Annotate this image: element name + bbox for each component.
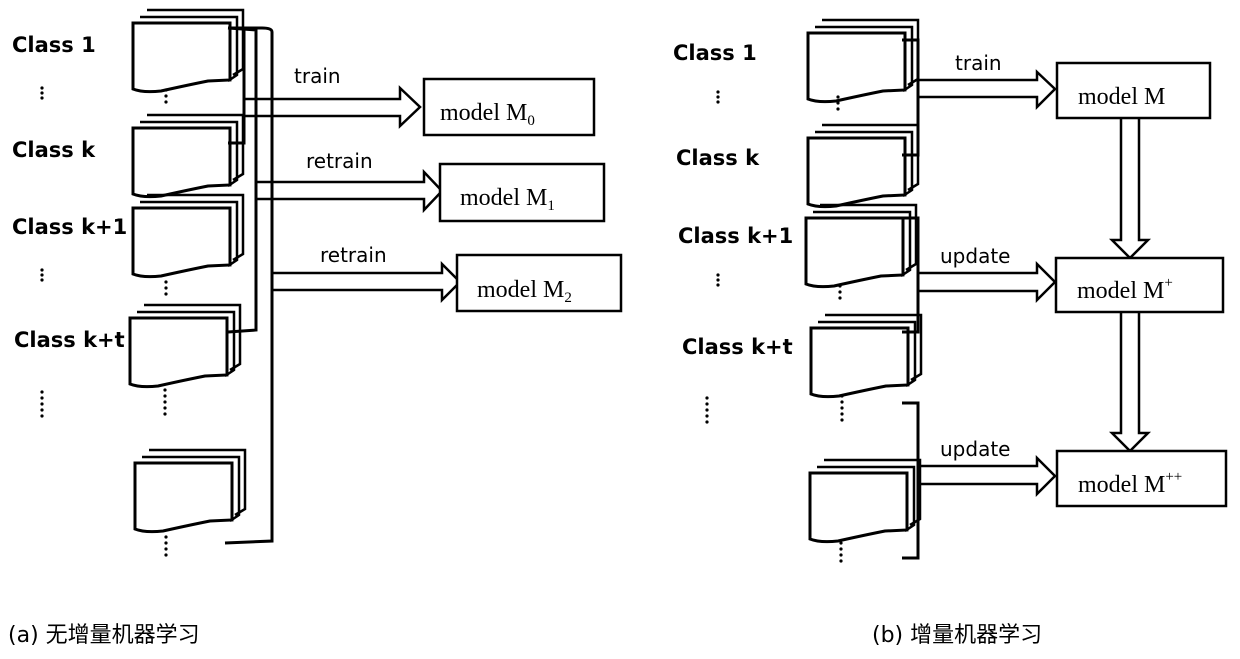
arrow-label: train [294,64,341,88]
class-label: Class k [676,146,760,170]
bracket [902,401,920,560]
arrow-down [1108,312,1152,453]
data-stack-icon [133,448,247,534]
model-label: model M2 [477,277,572,306]
class-label: Class 1 [12,33,96,57]
bracket [227,26,258,334]
class-label: Class k+1 [678,224,793,248]
data-stack-icon [806,123,920,209]
arrow-label: train [955,51,1002,75]
arrow-label: update [940,244,1010,268]
diagram-canvas: Class 1 Class k Class k+1 Class k+t trai… [8,8,1228,648]
data-stack-icon [809,313,923,399]
data-stack-icon [131,8,245,94]
data-stack-icon [131,113,245,199]
class-label: Class 1 [673,41,757,65]
panel-a: Class 1 Class k Class k+1 Class k+t trai… [8,8,623,648]
data-stack-icon [804,203,918,289]
arrow-train [244,85,422,129]
arrow-retrain [256,168,444,214]
class-label: Class k+t [14,328,125,352]
model-label: model M0 [440,100,535,129]
arrow-update [918,260,1057,304]
class-label: Class k [12,138,96,162]
model-label: model M1 [460,185,555,214]
arrow-label: retrain [320,243,387,267]
arrow-update [918,454,1057,498]
panel-b: Class 1 Class k Class k+1 Class k+t trai… [673,18,1228,648]
data-stack-icon [128,303,242,389]
caption-a: (a) 无增量机器学习 [8,623,200,648]
arrow-down [1108,118,1152,260]
class-label: Class k+1 [12,215,127,239]
caption-b: (b) 增量机器学习 [872,623,1042,648]
model-label: model M [1078,84,1165,110]
data-stack-icon [131,193,245,279]
arrow-label: update [940,437,1010,461]
arrow-retrain [272,260,462,304]
data-stack-icon [806,18,920,104]
data-stack-icon [808,458,922,544]
arrow-train [918,69,1057,111]
arrow-label: retrain [306,149,373,173]
class-label: Class k+t [682,335,793,359]
model-label: model M+ [1077,275,1173,304]
